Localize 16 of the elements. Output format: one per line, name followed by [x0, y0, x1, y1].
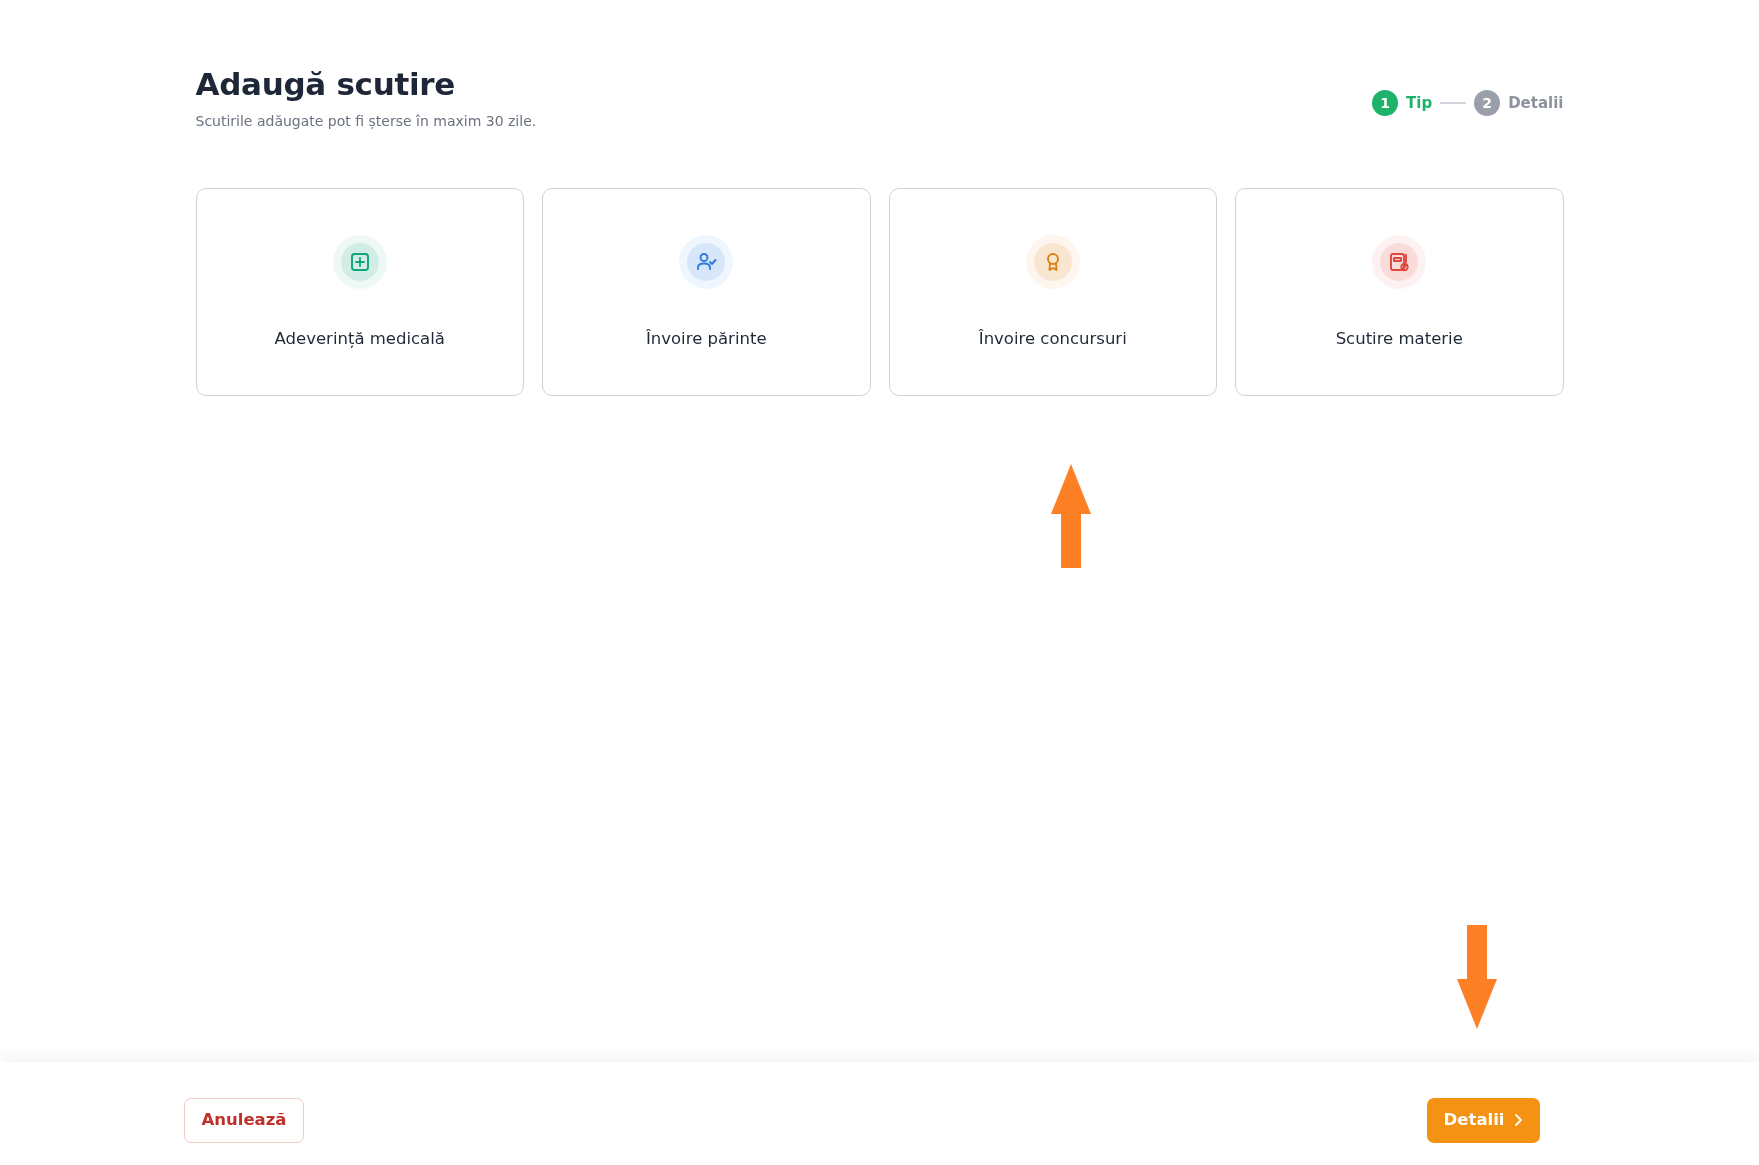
chevron-right-icon [1512, 1113, 1523, 1128]
option-label: Adeverință medicală [274, 328, 445, 351]
option-card[interactable]: Învoire părinte [542, 188, 871, 397]
step-label: Tip [1406, 92, 1433, 114]
option-label: Învoire părinte [645, 328, 767, 351]
option-label: Scutire materie [1335, 328, 1463, 351]
option-card[interactable]: Scutire materie [1235, 188, 1564, 397]
option-card[interactable]: Învoire concursuri [888, 188, 1217, 397]
step-number: 1 [1372, 90, 1399, 116]
step-number: 2 [1474, 90, 1501, 116]
option-card[interactable]: Adeverință medicală [195, 188, 524, 397]
option-label: Învoire concursuri [978, 328, 1127, 351]
cancel-button[interactable]: Anulează [183, 1098, 305, 1143]
step-label: Detalii [1508, 92, 1564, 114]
page-title: Adaugă scutire [195, 66, 457, 104]
page-subtitle: Scutirile adăugate pot fi șterse în maxim 30 zile. [195, 112, 537, 132]
